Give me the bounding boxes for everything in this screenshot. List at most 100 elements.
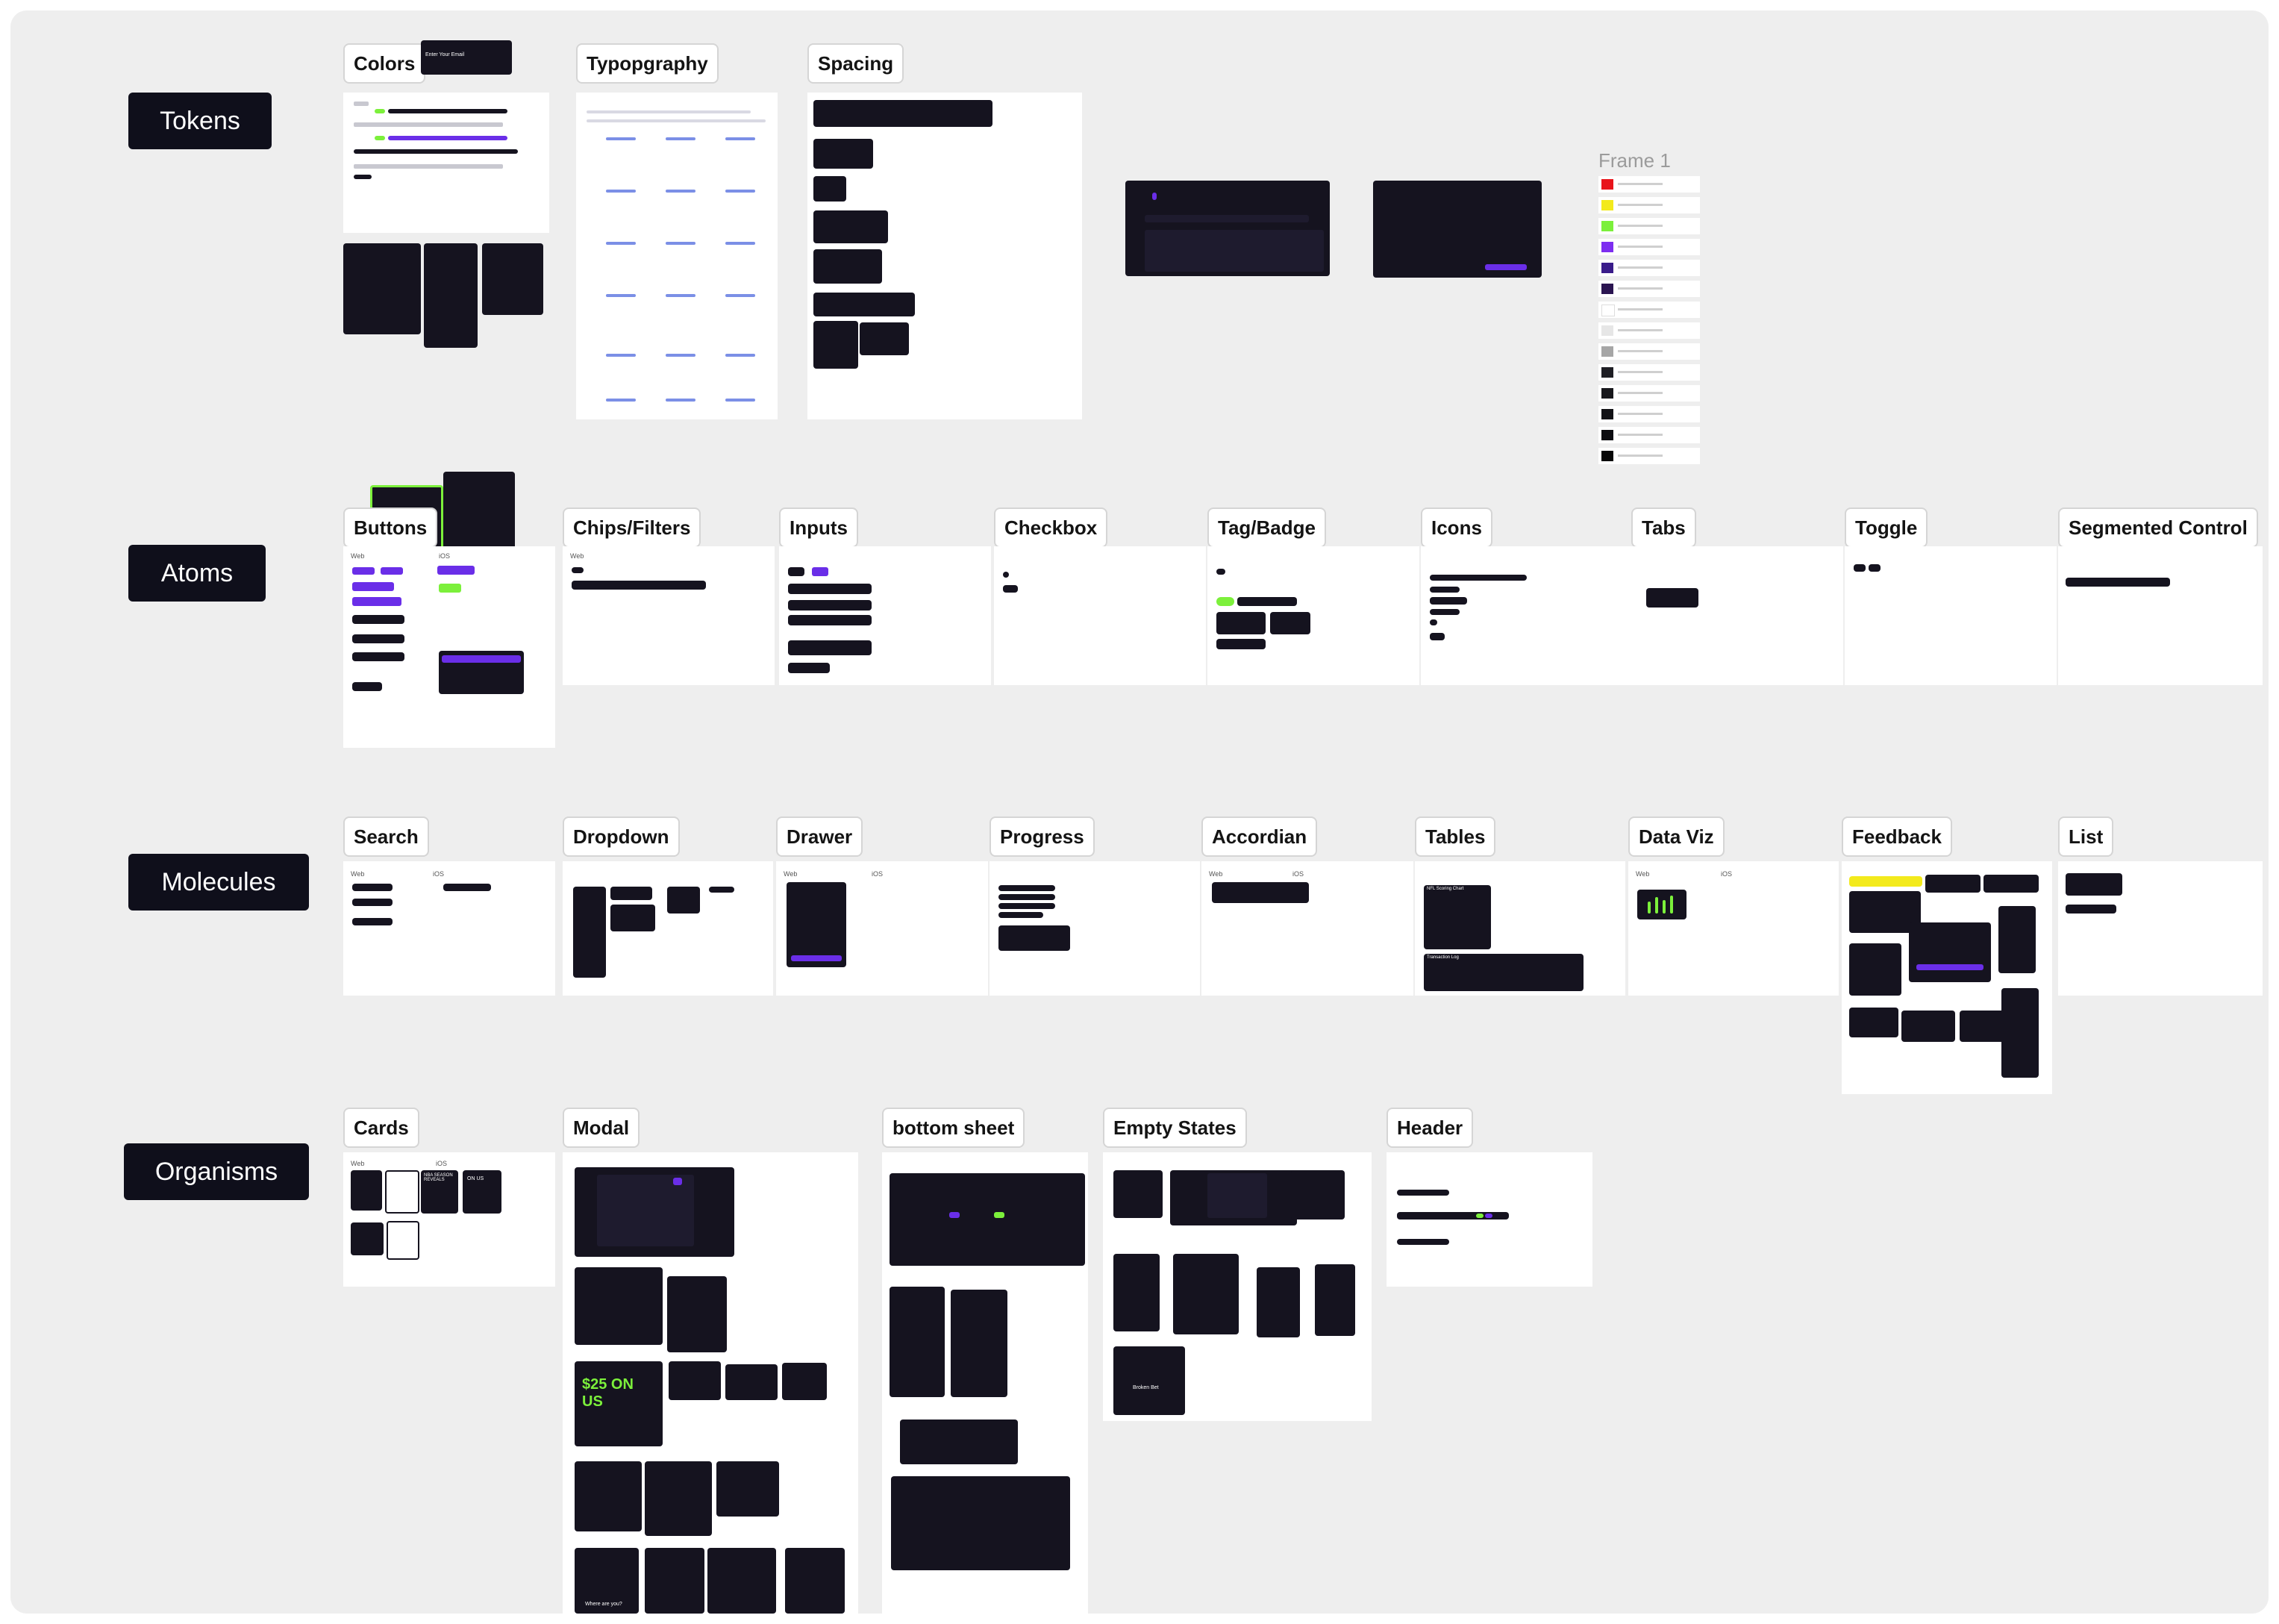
frame-label-feedback[interactable]: Feedback	[1842, 816, 1952, 857]
color-swatch	[375, 136, 385, 140]
frame-label-dataviz[interactable]: Data Viz	[1628, 816, 1725, 857]
tabs-frame[interactable]	[1631, 546, 1843, 685]
swatch-chip	[1601, 325, 1613, 336]
spacing-frame[interactable]	[807, 93, 1082, 419]
type-sample	[666, 354, 695, 357]
frame-label-chips[interactable]: Chips/Filters	[563, 508, 701, 548]
dataviz-frame[interactable]: Web iOS	[1628, 861, 1839, 996]
chips-frame[interactable]: Web	[563, 546, 775, 685]
frame-label-buttons[interactable]: Buttons	[343, 508, 438, 548]
toggle-frame[interactable]	[1845, 546, 2057, 685]
dropdown-sample	[667, 887, 700, 914]
feedback-toast	[1983, 875, 2039, 893]
modal-frame[interactable]: $25 ON US Where are you?	[563, 1152, 858, 1614]
buttons-frame[interactable]: Web iOS	[343, 546, 555, 748]
dashboard-mockup[interactable]	[1125, 181, 1330, 276]
frame-label-toggle[interactable]: Toggle	[1845, 508, 1928, 548]
card-sample	[385, 1170, 419, 1214]
frame-label-typography[interactable]: Typopgraphy	[576, 43, 719, 84]
bottom-sheet-mockup	[951, 1290, 1007, 1397]
progress-bar	[998, 894, 1055, 900]
frame-label-cards[interactable]: Cards	[343, 1108, 419, 1148]
progress-frame[interactable]	[990, 861, 1200, 996]
frame-label-modal[interactable]: Modal	[563, 1108, 640, 1148]
feedback-modal-cta	[1916, 964, 1983, 970]
spacing-sample	[813, 249, 882, 284]
search-field	[443, 884, 491, 891]
feedback-frame[interactable]	[1842, 861, 2052, 1094]
drawer-frame[interactable]: Web iOS	[776, 861, 988, 996]
accordian-ios-label: iOS	[1292, 870, 1304, 878]
segmented-frame[interactable]	[2058, 546, 2263, 685]
inputs-frame[interactable]	[779, 546, 991, 685]
dataviz-bar	[1648, 902, 1651, 914]
frame-label-drawer[interactable]: Drawer	[776, 816, 863, 857]
dropdown-frame[interactable]	[563, 861, 773, 996]
checkbox-frame[interactable]	[994, 546, 1206, 685]
icons-frame[interactable]	[1421, 546, 1633, 685]
frame-label-inputs[interactable]: Inputs	[779, 508, 858, 548]
frame-label-segmented[interactable]: Segmented Control	[2058, 508, 2258, 548]
search-frame[interactable]: Web iOS	[343, 861, 555, 996]
feedback-card	[1998, 906, 2036, 973]
player-cards-mockup[interactable]	[1373, 181, 1542, 278]
frame-label-tables[interactable]: Tables	[1415, 816, 1496, 857]
code-panel	[343, 243, 421, 334]
feedback-card	[1849, 943, 1901, 996]
typography-frame[interactable]	[576, 93, 778, 419]
section-molecules[interactable]: Molecules	[128, 854, 309, 911]
type-sample	[606, 294, 636, 297]
empty-state-broken-bet: Broken Bet	[1133, 1385, 1159, 1390]
bottom-sheet-mockup	[900, 1420, 1018, 1464]
tag-frame[interactable]	[1207, 546, 1419, 685]
swatch-row	[1598, 406, 1700, 422]
frame-label-bottom-sheet[interactable]: bottom sheet	[882, 1108, 1025, 1148]
cards-ios-label: iOS	[436, 1160, 448, 1167]
frame-label-empty-states[interactable]: Empty States	[1103, 1108, 1247, 1148]
card-sample: ON US	[463, 1170, 501, 1214]
swatch-row	[1598, 281, 1700, 297]
frame-label-progress[interactable]: Progress	[990, 816, 1095, 857]
icon-row	[1430, 619, 1437, 625]
frame-label-accordian[interactable]: Accordian	[1201, 816, 1318, 857]
dropdown-sample	[709, 887, 734, 893]
toggle-sample	[1869, 564, 1881, 572]
swatch-chip	[1601, 409, 1613, 419]
type-sample	[606, 137, 636, 140]
empty-states-frame[interactable]: Broken Bet	[1103, 1152, 1372, 1421]
bottom-sheet-frame[interactable]	[882, 1152, 1088, 1614]
type-sample	[606, 354, 636, 357]
accordian-frame[interactable]: Web iOS	[1201, 861, 1413, 996]
icon-row	[1430, 609, 1460, 615]
frame-label-search[interactable]: Search	[343, 816, 429, 857]
spacing-sample	[813, 176, 846, 202]
modal-mockup	[716, 1461, 779, 1517]
header-frame[interactable]	[1387, 1152, 1592, 1287]
input-sample	[788, 663, 830, 673]
tabs-sample	[1646, 588, 1698, 608]
frame-label-spacing[interactable]: Spacing	[807, 43, 904, 84]
frame-label-list[interactable]: List	[2058, 816, 2114, 857]
frame-label-header[interactable]: Header	[1387, 1108, 1474, 1148]
frame-label-colors[interactable]: Colors	[343, 43, 426, 84]
frame-label-tabs[interactable]: Tabs	[1631, 508, 1696, 548]
design-canvas[interactable]: Tokens Atoms Molecules Organisms Colors …	[10, 10, 2269, 1614]
progress-bar	[998, 903, 1055, 909]
frame-label-checkbox[interactable]: Checkbox	[994, 508, 1108, 548]
frame-label-tag[interactable]: Tag/Badge	[1207, 508, 1326, 548]
section-organisms[interactable]: Organisms	[124, 1143, 309, 1200]
header-accent	[1476, 1214, 1484, 1218]
type-sample	[666, 190, 695, 193]
swatch-text	[1618, 246, 1663, 248]
color-swatch	[354, 149, 518, 154]
frame-label-icons[interactable]: Icons	[1421, 508, 1492, 548]
frame-label-dropdown[interactable]: Dropdown	[563, 816, 680, 857]
checkbox-sample	[1003, 585, 1018, 593]
section-atoms[interactable]: Atoms	[128, 545, 266, 602]
section-tokens[interactable]: Tokens	[128, 93, 272, 149]
cards-frame[interactable]: Web iOS NBA SEASON REVEALS ON US	[343, 1152, 555, 1287]
card-nba-text: NBA SEASON REVEALS	[424, 1173, 453, 1182]
tables-frame[interactable]: NFL Scoring Chart Transaction Log	[1415, 861, 1625, 996]
colors-frame[interactable]	[343, 93, 549, 233]
list-frame[interactable]	[2058, 861, 2263, 996]
